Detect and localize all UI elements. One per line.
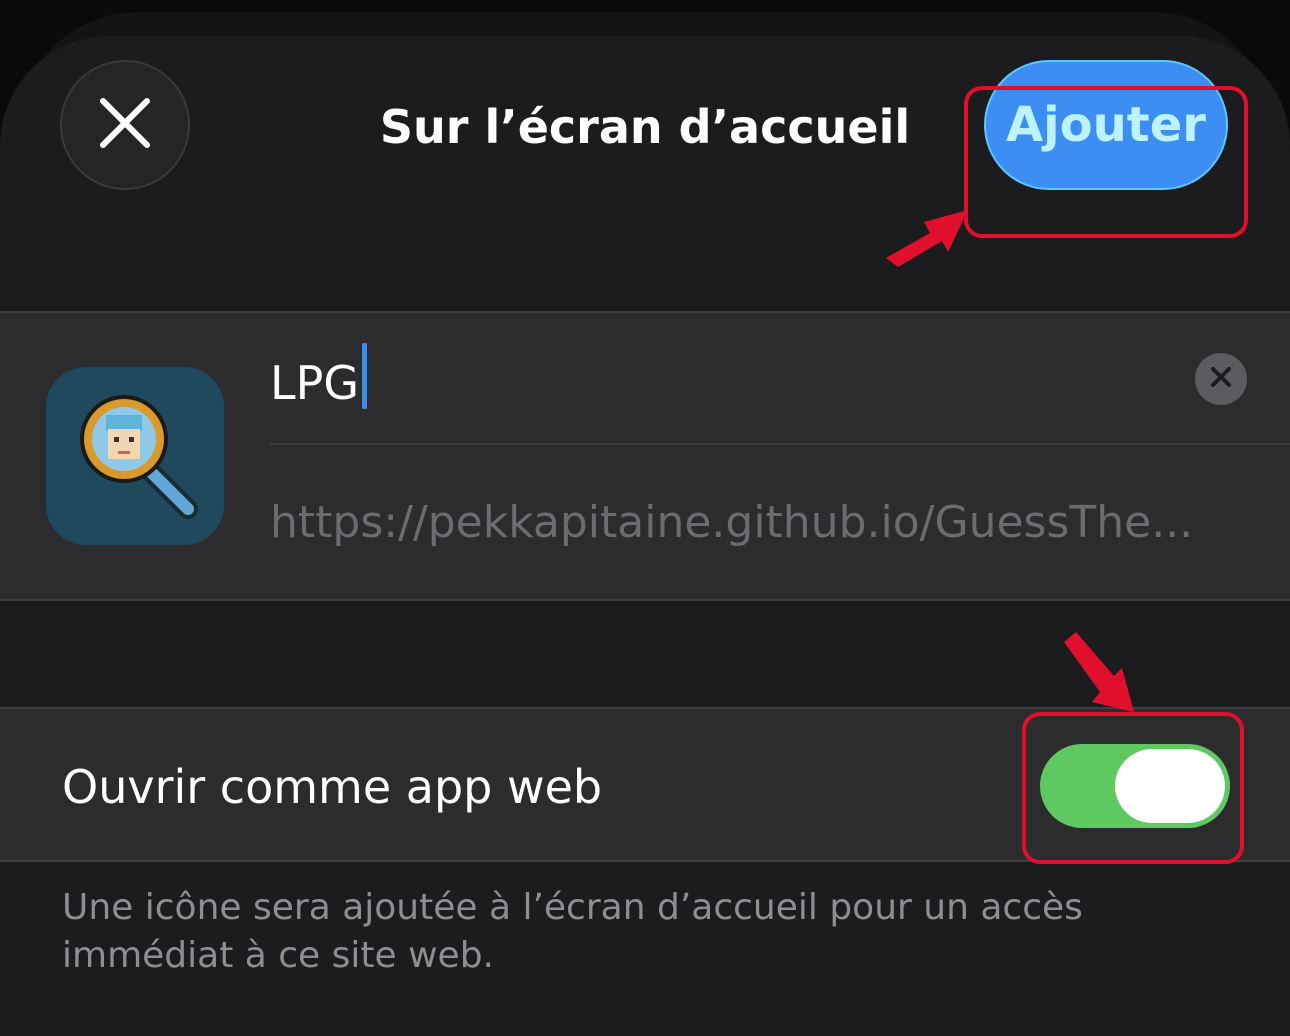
bookmark-url: https://pekkapitaine.github.io/GuessThe.… <box>270 497 1194 548</box>
close-icon <box>97 95 153 155</box>
footer-description: Une icône sera ajoutée à l’écran d’accue… <box>62 887 1083 976</box>
add-button[interactable]: Ajouter <box>984 60 1228 190</box>
clear-name-button[interactable] <box>1195 353 1247 405</box>
magnifier-face-icon <box>46 367 224 545</box>
clear-icon <box>1210 366 1232 392</box>
webapp-toggle-row: Ouvrir comme app web <box>0 707 1290 862</box>
bookmark-group: https://pekkapitaine.github.io/GuessThe.… <box>0 311 1290 601</box>
text-cursor <box>362 343 367 409</box>
webapp-toggle-label: Ouvrir comme app web <box>62 760 603 814</box>
close-button[interactable] <box>60 60 190 190</box>
bookmark-name-input[interactable] <box>270 341 1170 425</box>
webapp-toggle-switch[interactable] <box>1040 744 1230 828</box>
add-button-label: Ajouter <box>1006 97 1206 153</box>
sheet-title: Sur l’écran d’accueil <box>379 100 911 154</box>
toggle-knob <box>1115 749 1225 823</box>
field-separator <box>270 443 1290 445</box>
